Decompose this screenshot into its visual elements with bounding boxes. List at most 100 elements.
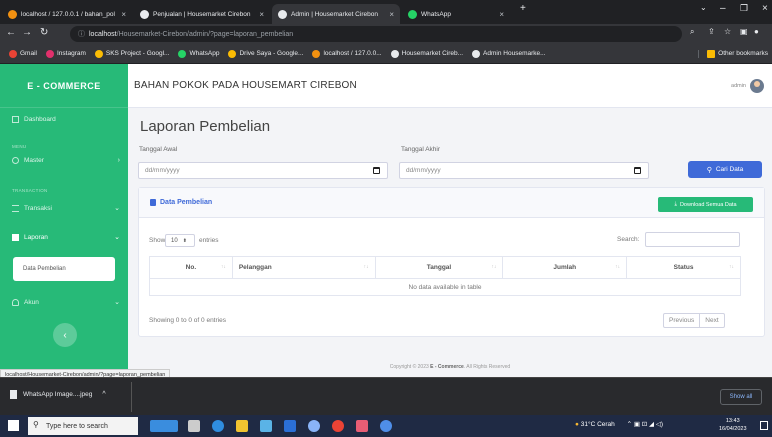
calendar-icon[interactable] bbox=[373, 167, 380, 174]
sort-updown-icon: ⬍ bbox=[182, 237, 187, 244]
sort-icon: ↑↓ bbox=[220, 264, 226, 270]
bookmark-housemarket[interactable]: Housemarket Cireb... bbox=[390, 49, 463, 58]
bookmark-admin-housemarket[interactable]: Admin Housemarke... bbox=[472, 49, 546, 58]
close-tab-icon[interactable]: × bbox=[117, 10, 126, 19]
cari-data-button[interactable]: ⚲ Cari Data bbox=[688, 161, 762, 178]
card-title: Data Pembelian bbox=[150, 199, 212, 206]
new-tab-icon[interactable]: + bbox=[520, 3, 526, 14]
chevron-left-icon: ‹ bbox=[63, 329, 67, 341]
drive-icon bbox=[94, 49, 103, 58]
notification-icon[interactable] bbox=[760, 421, 768, 430]
sidebar-subitem-data-pembelian[interactable]: Data Pembelian bbox=[13, 257, 115, 281]
chevron-right-icon: › bbox=[117, 157, 120, 164]
close-tab-icon[interactable]: × bbox=[255, 10, 264, 19]
column-header-no[interactable]: No. ↑↓ bbox=[149, 256, 233, 279]
chevron-down-icon: ⌄ bbox=[114, 205, 120, 212]
globe-icon bbox=[390, 49, 399, 58]
restore-icon[interactable]: ❐ bbox=[740, 3, 748, 14]
sort-icon: ↑↓ bbox=[363, 264, 369, 270]
instagram-icon bbox=[45, 49, 54, 58]
minimize-icon[interactable]: – bbox=[720, 3, 726, 14]
sidebar-toggle-button[interactable]: ‹ bbox=[53, 323, 77, 347]
table-search-input[interactable] bbox=[645, 232, 740, 247]
globe-icon bbox=[472, 49, 481, 58]
bookmark-sks-project[interactable]: SKS Project - Googl... bbox=[94, 49, 169, 58]
widgets-icon[interactable] bbox=[188, 420, 200, 432]
column-header-status[interactable]: Status ↑↓ bbox=[626, 256, 741, 279]
reload-icon[interactable]: ↻ bbox=[40, 27, 48, 38]
page-title: Laporan Pembelian bbox=[140, 118, 271, 135]
forward-icon[interactable]: → bbox=[22, 27, 32, 38]
taskbar-search-input[interactable]: ⚲ Type here to search bbox=[28, 417, 138, 435]
calendar-icon[interactable] bbox=[634, 167, 641, 174]
user-name[interactable]: admin bbox=[731, 83, 746, 89]
sidebar-item-transaksi[interactable]: Transaksi ⌄ bbox=[12, 204, 120, 212]
task-view-icon[interactable] bbox=[150, 420, 178, 432]
store-icon[interactable] bbox=[260, 420, 272, 432]
tanggal-akhir-input[interactable]: dd/mm/yyyy bbox=[399, 162, 649, 179]
browser-tab[interactable]: WhatsApp × bbox=[402, 4, 510, 24]
system-tray[interactable]: ● 31°C Cerah ⌃ ▣ ⊡ ◢ ◁) bbox=[575, 420, 663, 428]
pagination: Previous Next bbox=[663, 313, 725, 328]
entries-label: entries bbox=[199, 237, 219, 244]
app-icon[interactable] bbox=[308, 420, 320, 432]
bookmark-drive[interactable]: Drive Saya - Google... bbox=[228, 49, 303, 58]
windows-start-icon[interactable] bbox=[8, 420, 19, 431]
chevron-down-icon[interactable]: ⌄ bbox=[700, 3, 707, 12]
sidebar-item-master[interactable]: Master › bbox=[12, 157, 120, 164]
bookmark-localhost[interactable]: localhost / 127.0.0... bbox=[312, 49, 382, 58]
sidepanel-icon[interactable]: ▣ bbox=[740, 27, 748, 36]
mail-icon[interactable] bbox=[284, 420, 296, 432]
card-header: Data Pembelian ⤓ Download Semua Data bbox=[139, 188, 764, 218]
clock[interactable]: 13:43 16/04/2023 bbox=[719, 417, 747, 433]
bookmark-whatsapp[interactable]: WhatsApp bbox=[178, 49, 219, 58]
share-icon[interactable]: ⇪ bbox=[708, 27, 715, 36]
edge-icon[interactable] bbox=[212, 420, 224, 432]
bookmark-gmail[interactable]: Gmail bbox=[9, 49, 37, 58]
column-header-jumlah[interactable]: Jumlah ↑↓ bbox=[502, 256, 628, 279]
phpmyadmin-icon bbox=[8, 9, 17, 19]
show-all-button[interactable]: Show all bbox=[720, 389, 762, 405]
other-bookmarks[interactable]: Other bookmarks bbox=[698, 49, 768, 58]
chevron-up-icon[interactable]: ^ bbox=[102, 391, 105, 398]
back-icon[interactable]: ← bbox=[6, 27, 16, 38]
close-tab-icon[interactable]: × bbox=[385, 10, 394, 19]
browser-tab[interactable]: Penjualan | Housemarket Cirebon × bbox=[134, 4, 270, 24]
sidebar-brand[interactable]: E - COMMERCE bbox=[0, 64, 128, 108]
topbar: BAHAN POKOK PADA HOUSEMART CIREBON admin bbox=[128, 64, 772, 108]
sort-icon: ↑↓ bbox=[729, 264, 734, 270]
sidebar-item-laporan[interactable]: Laporan ⌄ bbox=[12, 233, 120, 241]
profile-icon[interactable]: ● bbox=[754, 27, 759, 36]
drive-icon bbox=[228, 49, 237, 58]
chrome-icon[interactable] bbox=[380, 420, 392, 432]
sidebar: E - COMMERCE Dashboard MENU Master › TRA… bbox=[0, 64, 128, 377]
app-icon[interactable] bbox=[356, 420, 368, 432]
file-explorer-icon[interactable] bbox=[236, 420, 248, 432]
avatar[interactable] bbox=[750, 79, 764, 93]
sidebar-item-dashboard[interactable]: Dashboard bbox=[12, 116, 120, 123]
close-window-icon[interactable]: × bbox=[762, 3, 768, 14]
column-header-tanggal[interactable]: Tanggal ↑↓ bbox=[374, 256, 504, 279]
report-icon bbox=[12, 233, 19, 241]
entries-select[interactable]: 10 ⬍ bbox=[165, 234, 195, 247]
close-tab-icon[interactable]: × bbox=[495, 10, 504, 19]
sidebar-item-akun[interactable]: Akun ⌄ bbox=[12, 298, 120, 306]
tanggal-awal-input[interactable]: dd/mm/yyyy bbox=[138, 162, 388, 179]
data-pembelian-card: Data Pembelian ⤓ Download Semua Data Sho… bbox=[138, 187, 765, 337]
bookmark-instagram[interactable]: Instagram bbox=[45, 49, 86, 58]
next-button[interactable]: Next bbox=[700, 313, 725, 328]
download-item[interactable]: WhatsApp Image....jpeg ^ bbox=[10, 390, 106, 399]
chevron-down-icon: ⌄ bbox=[114, 299, 120, 306]
browser-tab-active[interactable]: Admin | Housemarket Cirebon × bbox=[272, 4, 400, 24]
chrome-icon[interactable] bbox=[332, 420, 344, 432]
weather-icon: ● bbox=[575, 421, 579, 428]
star-icon[interactable]: ☆ bbox=[724, 27, 731, 36]
column-header-pelanggan[interactable]: Pelanggan ↑↓ bbox=[231, 256, 376, 279]
zoom-icon[interactable]: ⌕ bbox=[690, 27, 694, 37]
url-field[interactable]: ⓘ localhost/Housemarket-Cirebon/admin/?p… bbox=[70, 26, 682, 42]
footer: Copyright © 2023 E - Commerce. All Right… bbox=[389, 364, 511, 370]
browser-tab[interactable]: localhost / 127.0.0.1 / bahan_pol × bbox=[2, 4, 132, 24]
download-all-button[interactable]: ⤓ Download Semua Data bbox=[658, 197, 753, 212]
previous-button[interactable]: Previous bbox=[663, 313, 701, 328]
list-icon bbox=[12, 204, 19, 212]
